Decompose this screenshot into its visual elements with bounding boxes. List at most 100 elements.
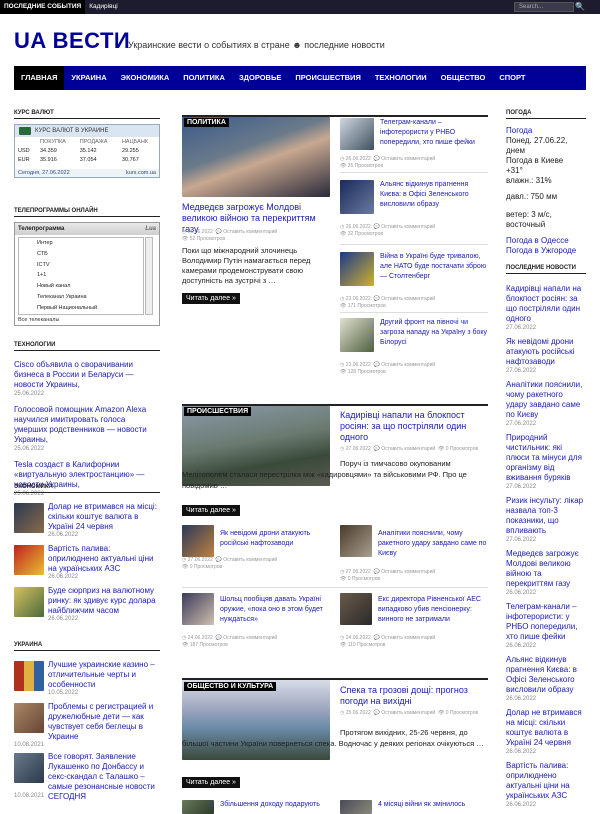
latest-news-link[interactable]: Альянс відкинув прагнення Києва: в Офісі…: [506, 655, 586, 695]
ukraine-article-link[interactable]: Все говорят. Заявление Лукашенко по Донб…: [48, 752, 160, 802]
latest-news-link[interactable]: Як невідомі дрони атакують російські наф…: [506, 337, 586, 367]
side-article-link[interactable]: Війна в Україні буде тривалою, але НАТО …: [380, 252, 488, 282]
list-item[interactable]: Первый Национальный: [37, 303, 143, 314]
featured-article-title[interactable]: Спека та грозові дощі: прогноз погоди на…: [340, 685, 488, 707]
article-thumbnail[interactable]: [340, 252, 374, 286]
ukraine-article-link[interactable]: Проблемы с регистрацией и дружелюбные де…: [48, 702, 160, 742]
list-item[interactable]: Новый канал: [37, 281, 143, 292]
article-thumbnail[interactable]: [340, 800, 372, 814]
latest-news-link[interactable]: Долар не втримався на місці: скільки кош…: [506, 708, 586, 748]
nav-politics[interactable]: ПОЛИТИКА: [176, 66, 232, 90]
grid-article-link[interactable]: Аналітики пояснили, чому ракетного удару…: [378, 529, 488, 559]
col-nb: НАЦБАНК: [121, 138, 148, 145]
nav-society[interactable]: ОБЩЕСТВО: [434, 66, 493, 90]
article-thumbnail[interactable]: [14, 587, 44, 617]
list-item[interactable]: Интер: [37, 238, 143, 249]
featured-image-politics[interactable]: [182, 117, 330, 197]
tv-widget-title: Телепрограмма: [18, 226, 65, 232]
article-thumbnail[interactable]: [340, 180, 374, 214]
currency-site-link[interactable]: kurs.com.ua: [126, 170, 156, 176]
list-item[interactable]: СТБ: [37, 249, 143, 260]
ukraine-article-link[interactable]: Лучшие украинские казино – отличительные…: [48, 660, 160, 690]
topbar-latest-events[interactable]: ПОСЛЕДНИЕ СОБЫТИЯ: [0, 0, 86, 14]
tech-article-link[interactable]: Cisco объявила о сворачивании бизнеса в …: [14, 360, 160, 390]
article-thumbnail[interactable]: [340, 593, 372, 625]
topbar-ticker-link[interactable]: Кадирівці: [85, 0, 122, 14]
list-item: Все говорят. Заявление Лукашенко по Донб…: [14, 752, 160, 802]
tv-widget: Телепрограмма Lua Интер СТБ ICTV 1+1 Нов…: [14, 222, 160, 326]
list-item[interactable]: ICTV: [37, 260, 143, 271]
latest-news-link[interactable]: Ризик інсульту: лікар назвала топ-3 пока…: [506, 496, 586, 536]
latest-news-link[interactable]: Природний чистильник: які плюси та мінус…: [506, 433, 586, 483]
econ-article-link[interactable]: Долар не втримався на місці: скільки кош…: [48, 502, 160, 532]
list-item[interactable]: 1+1: [37, 270, 143, 281]
grid-article-link[interactable]: Збільшення доходу подарують: [220, 800, 330, 810]
latest-news-link[interactable]: Медведєв загрожує Молдові великою війною…: [506, 549, 586, 589]
econ-article-link[interactable]: Буде сюрприз на валютному ринку: як здив…: [48, 586, 160, 616]
article-thumbnail[interactable]: [14, 753, 44, 783]
nav-incidents[interactable]: ПРОИСШЕСТВИЯ: [288, 66, 367, 90]
society-grid: Збільшення доходу подарують 4 місяці вій…: [182, 798, 488, 814]
latest-news-link[interactable]: Вартість палива: оприлюднено актуальні ц…: [506, 761, 586, 801]
side-article-link[interactable]: Альянс відкинув прагнення Києва: в Офісі…: [380, 180, 488, 210]
article-excerpt: Поруч із тимчасово окупованим Мелітополе…: [182, 459, 467, 490]
article-thumbnail[interactable]: [182, 800, 214, 814]
latest-news-link[interactable]: Аналітики пояснили, чому ракетного удару…: [506, 380, 586, 420]
article-thumbnail[interactable]: [182, 525, 214, 557]
tv-section-title: ТЕЛЕПРОГРАММЫ ОНЛАЙН: [14, 208, 160, 217]
ukraine-article-date: 10.08.2021: [14, 742, 45, 748]
read-more-button[interactable]: Читать далее »: [182, 293, 240, 304]
grid-article-link[interactable]: Як невідомі дрони атакують російські наф…: [220, 529, 330, 549]
econ-article-link[interactable]: Вартість палива: оприлюднено актуальні ц…: [48, 544, 160, 574]
article-thumbnail[interactable]: [14, 703, 44, 733]
tv-all-channels-link[interactable]: Все телеканалы: [18, 317, 59, 323]
article-thumbnail[interactable]: [14, 661, 44, 691]
search-input[interactable]: Search...: [514, 2, 574, 12]
read-more-button[interactable]: Читать далее »: [182, 777, 240, 788]
featured-article-title[interactable]: Кадирівці напали на блокпост росіян: за …: [340, 410, 488, 443]
weather-link[interactable]: Погода: [506, 126, 586, 136]
nav-home[interactable]: ГЛАВНАЯ: [14, 66, 65, 90]
nav-sport[interactable]: СПОРТ: [492, 66, 532, 90]
side-article-link[interactable]: Телеграм-канали – інфотерористи у РНБО п…: [380, 118, 488, 148]
article-thumbnail[interactable]: [340, 318, 374, 352]
nav-technology[interactable]: ТЕХНОЛОГИИ: [368, 66, 434, 90]
list-item: Телеграм-канали – інфотерористи у РНБО п…: [340, 118, 488, 169]
grid-article-link[interactable]: Шольц пообіцяв давать Україні оружие, «п…: [220, 595, 330, 625]
tv-channel-list[interactable]: Интер СТБ ICTV 1+1 Новый канал Телеканал…: [18, 237, 144, 315]
read-more-button[interactable]: Читать далее »: [182, 505, 240, 516]
grid-article-link[interactable]: Екс директора Рівненської АЕС випадково …: [378, 595, 488, 625]
latest-news-link[interactable]: Кадирівці напали на блокпост росіян: за …: [506, 284, 586, 324]
category-label-incidents[interactable]: ПРОИСШЕСТВИЯ: [184, 407, 252, 416]
list-item[interactable]: Телеканал Украина: [37, 292, 143, 303]
list-item: Буде сюрприз на валютному ринку: як здив…: [14, 586, 160, 628]
grid-article-link[interactable]: 4 місяці війни як змінилось: [378, 800, 488, 810]
ukraine-article-date: 10.05.2022: [48, 690, 79, 696]
list-item: Проблемы с регистрацией и дружелюбные де…: [14, 702, 160, 752]
search-icon[interactable]: 🔍: [574, 1, 586, 13]
article-thumbnail[interactable]: [14, 503, 44, 533]
article-thumbnail[interactable]: [14, 545, 44, 575]
tv-widget-header: Телепрограмма Lua: [15, 223, 159, 235]
tech-article-link[interactable]: Голосовой помощник Amazon Alexa научился…: [14, 405, 160, 445]
tv-list-scrollbar[interactable]: [145, 237, 153, 315]
weather-widget: Погода Понед. 27.06.22, днем Погода в Ки…: [506, 126, 586, 256]
nav-economy[interactable]: ЭКОНОМИКА: [114, 66, 177, 90]
article-thumbnail[interactable]: [340, 118, 374, 150]
nav-health[interactable]: ЗДОРОВЬЕ: [232, 66, 288, 90]
tech-article-date: 25.06.2022: [14, 446, 45, 452]
tech-list: Cisco объявила о сворачивании бизнеса в …: [14, 360, 160, 497]
weather-other-cities-link[interactable]: Погода в Одессе Погода в Ужгороде: [506, 236, 586, 256]
currency-widget: КУРС ВАЛЮТ В УКРАИНЕ ПОКУПКА ПРОДАЖА НАЦ…: [14, 124, 160, 178]
latest-news-link[interactable]: Телеграм-канали – інфотерористи: у РНБО …: [506, 602, 586, 642]
category-label-politics[interactable]: ПОЛИТИКА: [184, 118, 229, 127]
list-item: Аналітики пояснили, чому ракетного удару…: [340, 525, 488, 585]
col-sell: ПРОДАЖА: [79, 138, 108, 145]
table-row: USD 34.359 35.142 29.255: [18, 147, 139, 154]
category-label-society[interactable]: ОБЩЕСТВО И КУЛЬТУРА: [184, 682, 277, 691]
article-thumbnail[interactable]: [182, 593, 214, 625]
nav-ukraine[interactable]: УКРАИНА: [64, 66, 113, 90]
side-article-link[interactable]: Другий фронт на півночі чи загроза напад…: [380, 318, 488, 348]
site-logo[interactable]: UA ВЕСТИ: [14, 28, 130, 54]
article-thumbnail[interactable]: [340, 525, 372, 557]
